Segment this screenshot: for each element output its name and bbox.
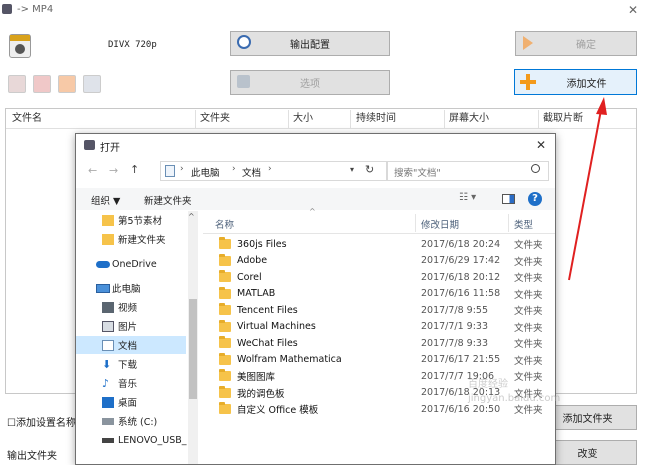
up-icon[interactable]: ↑ xyxy=(130,163,139,176)
folder-icon xyxy=(219,286,231,299)
arrow-to-add-file xyxy=(568,109,602,281)
nav-item-lenovo-usb[interactable]: LENOVO_USB_ xyxy=(76,431,187,449)
desktop-icon xyxy=(102,396,114,408)
nav-item-this-pc[interactable]: 此电脑 xyxy=(76,279,186,297)
nav-item-videos[interactable]: 视频 xyxy=(76,298,186,316)
nav-item-onedrive[interactable]: OneDrive xyxy=(76,255,186,273)
back-icon[interactable]: ← xyxy=(88,164,97,177)
folder-icon xyxy=(219,270,231,282)
file-row[interactable]: WeChat Files 2017/7/8 9:33 文件夹 xyxy=(211,335,546,351)
folder-icon xyxy=(219,402,231,414)
image-icon xyxy=(102,320,114,332)
col-header-name[interactable]: 名称 xyxy=(215,217,234,231)
breadcrumb-sep-icon: › xyxy=(232,164,236,174)
folder-icon xyxy=(219,319,231,332)
breadcrumb-documents[interactable]: 文档 xyxy=(242,165,261,179)
location-icon xyxy=(165,165,175,177)
preview-pane-icon[interactable] xyxy=(502,194,515,204)
col-header-type[interactable]: 类型 xyxy=(514,217,533,231)
search-placeholder: 搜索"文档" xyxy=(394,168,441,179)
refresh-icon[interactable]: ↻ xyxy=(365,163,374,176)
file-row[interactable]: Corel 2017/6/18 20:12 文件夹 xyxy=(211,269,546,285)
sort-ascending-icon: ^ xyxy=(309,207,316,216)
download-icon: ⬇ xyxy=(102,357,112,371)
dialog-close-icon[interactable]: ✕ xyxy=(536,138,546,152)
cloud-icon xyxy=(96,260,110,268)
nav-item-documents[interactable]: 文档 xyxy=(76,336,186,354)
address-dropdown-icon[interactable]: ▾ xyxy=(350,165,354,174)
organize-menu[interactable]: 组织 ▼ xyxy=(91,193,120,207)
file-row[interactable]: Adobe 2017/6/29 17:42 文件夹 xyxy=(211,253,546,269)
usb-drive-icon xyxy=(102,437,114,443)
watermark: 百度经验 jingyan.baidu.com xyxy=(468,379,561,404)
scroll-up-icon[interactable]: ^ xyxy=(188,212,195,221)
nav-item-desktop[interactable]: 桌面 xyxy=(76,393,186,411)
folder-icon xyxy=(219,352,231,365)
file-row[interactable]: Tencent Files 2017/7/8 9:55 文件夹 xyxy=(211,302,546,318)
video-icon xyxy=(102,301,114,313)
nav-item-downloads[interactable]: ⬇ 下载 xyxy=(76,355,186,373)
dialog-title: 打开 xyxy=(100,143,120,154)
folder-icon xyxy=(102,233,114,245)
file-list-header xyxy=(203,213,555,234)
col-header-date[interactable]: 修改日期 xyxy=(421,217,459,231)
folder-icon xyxy=(219,237,231,249)
computer-icon xyxy=(96,283,110,293)
view-options-icon[interactable]: ☷ ▾ xyxy=(459,192,476,203)
nav-item-music[interactable]: ♪ 音乐 xyxy=(76,374,186,392)
folder-icon xyxy=(102,214,114,226)
help-icon[interactable]: ? xyxy=(528,192,542,206)
forward-icon[interactable]: → xyxy=(109,164,118,177)
search-icon[interactable] xyxy=(531,164,540,173)
music-icon: ♪ xyxy=(102,376,110,390)
dialog-app-icon xyxy=(84,140,95,150)
nav-item-new-folder[interactable]: 新建文件夹 xyxy=(76,230,186,248)
breadcrumb-sep-icon: › xyxy=(180,164,184,174)
dialog-title-bar xyxy=(76,134,555,158)
open-dialog[interactable]: 打开 ✕ ← → ↑ › 此电脑 › 文档 › ▾ ↻ 搜索"文档" 组织 ▼ … xyxy=(75,133,556,465)
nav-item-system-c[interactable]: 系统 (C:) xyxy=(76,412,186,430)
file-row[interactable]: MATLAB 2017/6/16 11:58 文件夹 xyxy=(211,286,546,302)
nav-scrollbar-thumb[interactable] xyxy=(189,299,197,399)
nav-pane[interactable]: 第5节素材 新建文件夹 OneDrive 此电脑 视频 图片 文档 ⬇ 下载 ♪… xyxy=(76,211,198,464)
nav-item-pictures[interactable]: 图片 xyxy=(76,317,186,335)
folder-icon xyxy=(219,253,231,266)
folder-icon xyxy=(219,369,231,381)
col-divider xyxy=(508,214,509,232)
nav-item-section5[interactable]: 第5节素材 xyxy=(76,211,186,229)
file-row[interactable]: 360js Files 2017/6/18 20:24 文件夹 xyxy=(211,236,546,252)
breadcrumb-this-pc[interactable]: 此电脑 xyxy=(191,165,220,179)
breadcrumb-sep-icon: › xyxy=(268,164,272,174)
folder-icon xyxy=(219,336,231,348)
file-row[interactable]: Wolfram Mathematica 2017/6/17 21:55 文件夹 xyxy=(211,352,546,368)
file-row[interactable]: Virtual Machines 2017/7/1 9:33 文件夹 xyxy=(211,319,546,335)
col-divider xyxy=(415,214,416,232)
folder-icon xyxy=(219,303,231,315)
document-icon xyxy=(102,339,114,351)
arrow-head xyxy=(596,97,607,115)
drive-icon xyxy=(102,417,114,425)
folder-icon xyxy=(219,385,231,398)
new-folder-button[interactable]: 新建文件夹 xyxy=(144,193,192,207)
